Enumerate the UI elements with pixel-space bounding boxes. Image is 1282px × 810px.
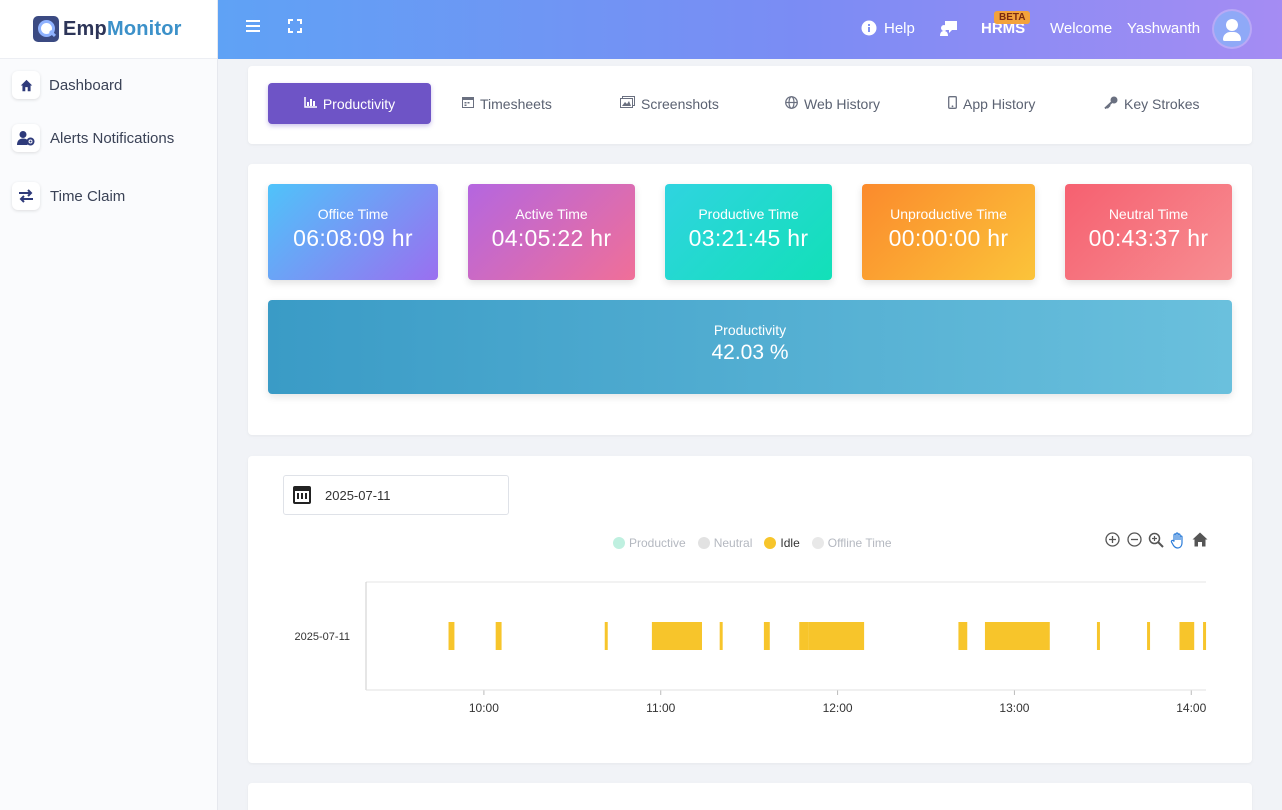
chart-labels: 10:00 11:00 12:00 13:00 14:00 2025-07-11 [295, 631, 1207, 715]
idle-bar[interactable] [808, 622, 865, 650]
tab-app-history[interactable]: App History [948, 83, 1035, 124]
tab-key-strokes[interactable]: Key Strokes [1104, 83, 1199, 124]
tab-productivity[interactable]: Productivity [268, 83, 431, 124]
productivity-summary: Productivity 42.03 % [268, 300, 1232, 394]
brand-name: EmpMonitor [63, 18, 182, 41]
productivity-value: 42.03 % [711, 341, 789, 364]
stat-label: Office Time [317, 206, 389, 222]
avatar[interactable] [1214, 11, 1250, 47]
username[interactable]: Yashwanth [1127, 20, 1200, 37]
home-icon [12, 71, 40, 99]
idle-bar[interactable] [604, 622, 608, 650]
chart-axes [365, 581, 1206, 691]
idle-bar[interactable] [1203, 622, 1207, 650]
stat-label: Neutral Time [1108, 206, 1189, 222]
brand-name-part1: Emp [63, 17, 107, 40]
idle-bar[interactable] [448, 622, 455, 650]
idle-bar[interactable] [651, 622, 702, 650]
active-time-card: Active Time 04:05:22 hr [468, 184, 635, 280]
productive-time-card: Productive Time 03:21:45 hr [665, 184, 832, 280]
chart-gridlines [483, 690, 1192, 695]
x-tick-label: 10:00 [469, 701, 499, 715]
fullscreen-icon[interactable] [288, 19, 302, 38]
timeline-chart: 10:00 11:00 12:00 13:00 14:00 2025-07-11 [295, 581, 1207, 715]
x-tick-label: 13:00 [999, 701, 1029, 715]
brand-name-part2: Monitor [106, 17, 182, 40]
tabs-card: Productivity Timesheets Screenshots Web … [248, 66, 1252, 144]
empmonitor-logo-icon [33, 16, 59, 42]
idle-bar[interactable] [763, 622, 770, 650]
idle-bar[interactable] [1096, 622, 1100, 650]
sidebar-item-label: Alerts Notifications [50, 129, 175, 147]
unproductive-time-card: Unproductive Time 00:00:00 hr [862, 184, 1035, 280]
next-section-card [248, 783, 1252, 810]
images-icon [620, 96, 635, 111]
beta-badge: BETA [994, 11, 1031, 24]
help-icon[interactable] [861, 20, 877, 41]
tab-label: Timesheets [480, 95, 552, 112]
row-label: 2025-07-11 [295, 631, 350, 643]
neutral-time-card: Neutral Time 00:43:37 hr [1065, 184, 1232, 280]
swap-arrows-icon [12, 182, 40, 210]
timeline-card: 2025-07-11 Productive Neutral Idle Offli… [248, 456, 1252, 763]
stat-label: Active Time [515, 206, 588, 222]
tab-label: Productivity [322, 95, 396, 112]
tab-label: Web History [804, 95, 880, 112]
office-time-card: Office Time 06:08:09 hr [268, 184, 438, 280]
x-tick-label: 12:00 [823, 701, 853, 715]
x-tick-label: 14:00 [1176, 701, 1206, 715]
stat-value: 00:00:00 hr [888, 225, 1009, 251]
globe-icon [785, 95, 798, 112]
stat-value: 06:08:09 hr [293, 225, 413, 251]
menu-toggle-icon[interactable] [246, 19, 260, 37]
sidebar-item-time-claim[interactable]: Time Claim [12, 181, 125, 211]
idle-bar[interactable] [958, 622, 968, 650]
tab-label: App History [963, 95, 1036, 112]
chart-bars [448, 622, 1207, 650]
stats-card: Office Time 06:08:09 hr Active Time 04:0… [248, 164, 1252, 435]
tab-timesheets[interactable]: Timesheets [462, 83, 552, 124]
calendar-icon [462, 96, 474, 111]
idle-bar[interactable] [1147, 622, 1151, 650]
idle-bar[interactable] [719, 622, 723, 650]
user-gear-icon [12, 124, 40, 152]
idle-bar[interactable] [495, 622, 502, 650]
sidebar-item-alerts-notifications[interactable]: Alerts Notifications [12, 123, 174, 153]
stat-value: 04:05:22 hr [491, 225, 612, 251]
tab-label: Key Strokes [1124, 95, 1200, 112]
brand-header[interactable]: EmpMonitor [0, 0, 217, 59]
sidebar-item-label: Dashboard [49, 76, 123, 94]
mobile-icon [948, 95, 957, 112]
idle-bar[interactable] [984, 622, 1050, 650]
tab-label: Screenshots [641, 95, 719, 112]
key-icon [1104, 96, 1118, 112]
tab-web-history[interactable]: Web History [785, 83, 880, 124]
sidebar-item-label: Time Claim [50, 187, 126, 205]
productivity-label: Productivity [713, 322, 787, 338]
sidebar: EmpMonitor Dashboard Alerts Notification… [0, 0, 218, 810]
x-tick-label: 11:00 [646, 701, 675, 715]
stat-label: Productive Time [698, 206, 799, 222]
stat-label: Unproductive Time [890, 206, 1007, 222]
idle-bar[interactable] [799, 622, 809, 650]
tab-screenshots[interactable]: Screenshots [620, 83, 719, 124]
idle-bar[interactable] [1179, 622, 1195, 650]
help-link[interactable]: Help [884, 20, 915, 37]
chat-icon[interactable] [940, 20, 958, 41]
welcome-text: Welcome [1050, 20, 1113, 37]
bar-chart-icon [304, 96, 317, 111]
top-navbar: Help HRMS BETA Welcome Yashwanth [218, 0, 1282, 59]
stat-value: 03:21:45 hr [688, 225, 809, 251]
stat-value: 00:43:37 hr [1088, 225, 1209, 251]
sidebar-item-dashboard[interactable]: Dashboard [12, 70, 122, 100]
